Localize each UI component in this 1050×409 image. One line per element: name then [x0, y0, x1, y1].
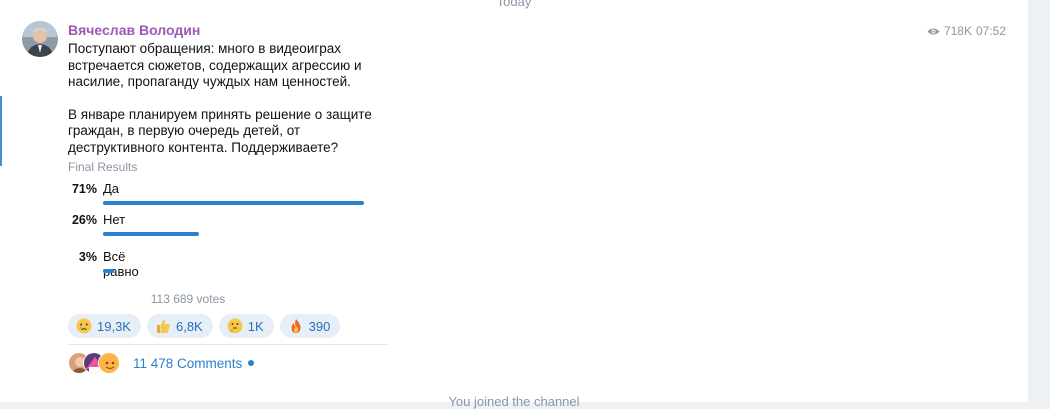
view-count: 718K	[943, 24, 972, 38]
date-separator: Today	[496, 0, 532, 9]
poll-option-label: Нет	[103, 212, 126, 227]
poll-option-percent: 3%	[78, 250, 97, 264]
reaction-button[interactable]: 19,3K	[68, 314, 141, 338]
crying-face-icon	[76, 318, 92, 334]
thinking-face-icon	[227, 318, 243, 334]
comments-count-label: 11 478 Comments	[133, 355, 243, 371]
poll-option-percent: 71%	[71, 182, 97, 196]
post-time: 07:52	[975, 24, 1006, 38]
post-meta: 718K 07:52	[927, 24, 1006, 38]
reaction-count: 6,8K	[175, 318, 203, 334]
scroll-indicator	[0, 96, 2, 166]
reaction-count: 1K	[247, 318, 264, 334]
divider	[68, 344, 388, 345]
poll-option-label: Всё равно	[103, 249, 139, 279]
comments-link[interactable]: 11 478 Comments	[68, 352, 255, 374]
poll-vote-count: 113 689 votes	[150, 292, 226, 306]
chat-panel: Today Вячеслав Володин 718K 07:52 Поступ…	[0, 0, 1028, 409]
message-paragraph: В январе планируем принять решение о защ…	[68, 106, 372, 155]
author-name[interactable]: Вячеслав Володин	[68, 22, 200, 38]
poll-option-percent: 26%	[71, 213, 97, 227]
poll-status: Final Results	[68, 160, 138, 174]
reaction-button[interactable]: 6,8K	[146, 314, 213, 338]
eye-icon	[927, 28, 940, 34]
poll-option-bar	[103, 269, 114, 273]
commenter-avatar	[98, 352, 120, 374]
reaction-button[interactable]: 1K	[218, 314, 274, 338]
message-paragraph: Поступают обращения: много в видеоиграх …	[68, 41, 362, 89]
reactions-bar: 19,3K 6,8K 1K 390	[68, 314, 341, 338]
fire-icon	[291, 319, 301, 333]
reaction-count: 390	[308, 318, 331, 334]
thumbs-up-icon	[156, 319, 170, 333]
reaction-button[interactable]: 390	[279, 314, 341, 338]
unread-dot	[248, 360, 255, 366]
author-avatar[interactable]	[22, 21, 58, 57]
poll-option-bar	[103, 232, 199, 236]
poll-option-bar	[103, 201, 364, 205]
reaction-count: 19,3K	[97, 318, 131, 334]
poll-option-label: Да	[103, 181, 120, 196]
message-text: Поступают обращения: много в видеоиграх …	[68, 41, 398, 156]
